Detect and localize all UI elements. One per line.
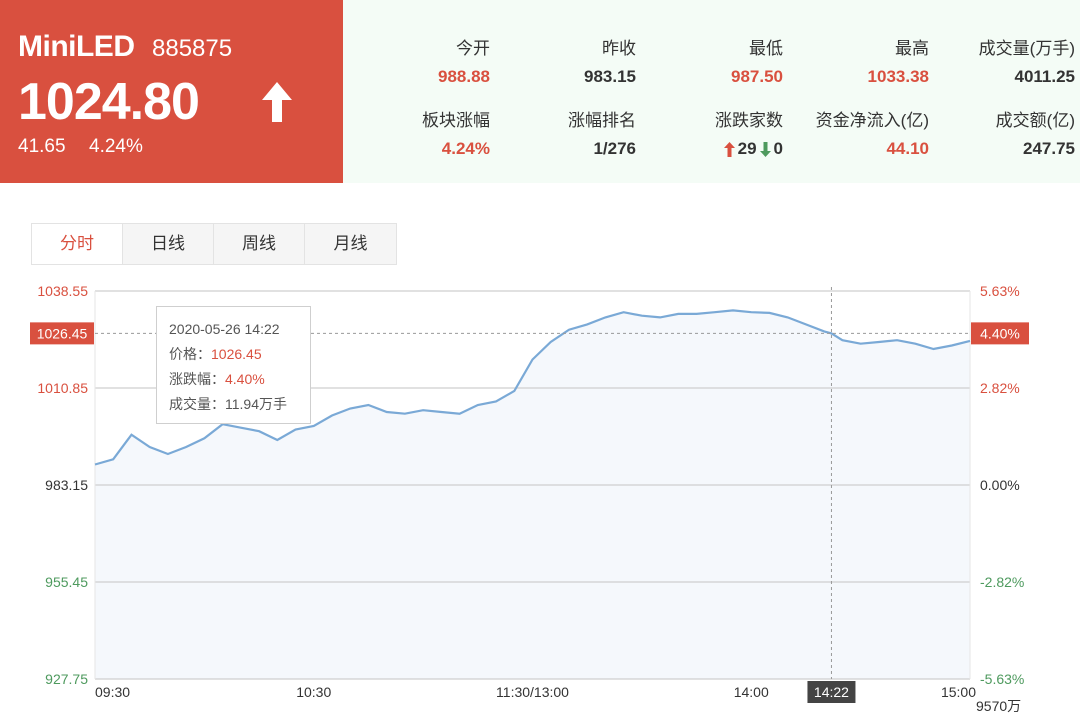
current-price: 1024.80 [18,73,200,131]
x-tick-label: 11:30/13:00 [496,684,569,700]
period-tabs: 分时 日线 周线 月线 [31,223,397,265]
tab-intraday[interactable]: 分时 [32,224,123,264]
tooltip-volume: 11.94万手 [225,396,287,412]
tab-monthly[interactable]: 月线 [305,224,396,264]
price-change-pct: 4.24% [89,136,143,157]
chart-tooltip: 2020-05-26 14:22 价格：1026.45 涨跌幅：4.40% 成交… [156,306,311,424]
tooltip-price: 1026.45 [211,346,262,362]
x-tick-label: 14:00 [734,684,769,700]
stat-value: 247.75 [1023,139,1075,158]
tooltip-volume-row: 成交量：11.94万手 [169,392,298,417]
stat-turnover: 成交额(亿) 247.75 [875,106,1075,159]
tooltip-volume-label: 成交量： [169,396,225,412]
tooltip-change: 4.40% [225,371,265,387]
crosshair-time-label: 14:22 [814,684,849,700]
tooltip-price-label: 价格： [169,346,211,362]
y-tick-right: 5.63% [980,283,1020,299]
y-tick-left: 927.75 [45,671,88,687]
stats-panel: 今开 988.88 昨收 983.15 最低 987.50 最高 1033.38… [343,0,1080,183]
tooltip-price-row: 价格：1026.45 [169,342,298,367]
sector-code: 885875 [152,35,233,62]
y-tick-right: 2.82% [980,380,1020,396]
y-tick-left: 1038.55 [37,283,88,299]
arrow-up-icon [262,82,292,122]
stat-label: 成交量(万手) [978,39,1075,58]
y-tick-left: 983.15 [45,477,88,493]
stat-volume: 成交量(万手) 4011.25 [875,34,1075,87]
x-tick-label: 15:00 [941,684,976,700]
x-tick-label: 10:30 [296,684,331,700]
tooltip-datetime: 2020-05-26 14:22 [169,321,280,337]
y-tick-left: 1010.85 [37,380,88,396]
x-tick-label: 09:30 [95,684,130,700]
volume-unit-label: 9570万 [976,698,1021,714]
tooltip-change-row: 涨跌幅：4.40% [169,367,298,392]
y-tick-right: 0.00% [980,477,1020,493]
y-tick-right: -2.82% [980,574,1024,590]
price-change: 41.65 [18,136,66,157]
crosshair-pct-label: 4.40% [980,325,1020,341]
stat-value: 4011.25 [1014,67,1075,86]
tooltip-change-label: 涨跌幅： [169,371,225,387]
stat-label: 成交额(亿) [995,111,1075,130]
tab-daily[interactable]: 日线 [123,224,214,264]
sector-name: MiniLED [18,30,135,63]
y-tick-left: 955.45 [45,574,88,590]
crosshair-price-label: 1026.45 [37,325,88,341]
y-tick-right: -5.63% [980,671,1024,687]
tab-weekly[interactable]: 周线 [214,224,305,264]
